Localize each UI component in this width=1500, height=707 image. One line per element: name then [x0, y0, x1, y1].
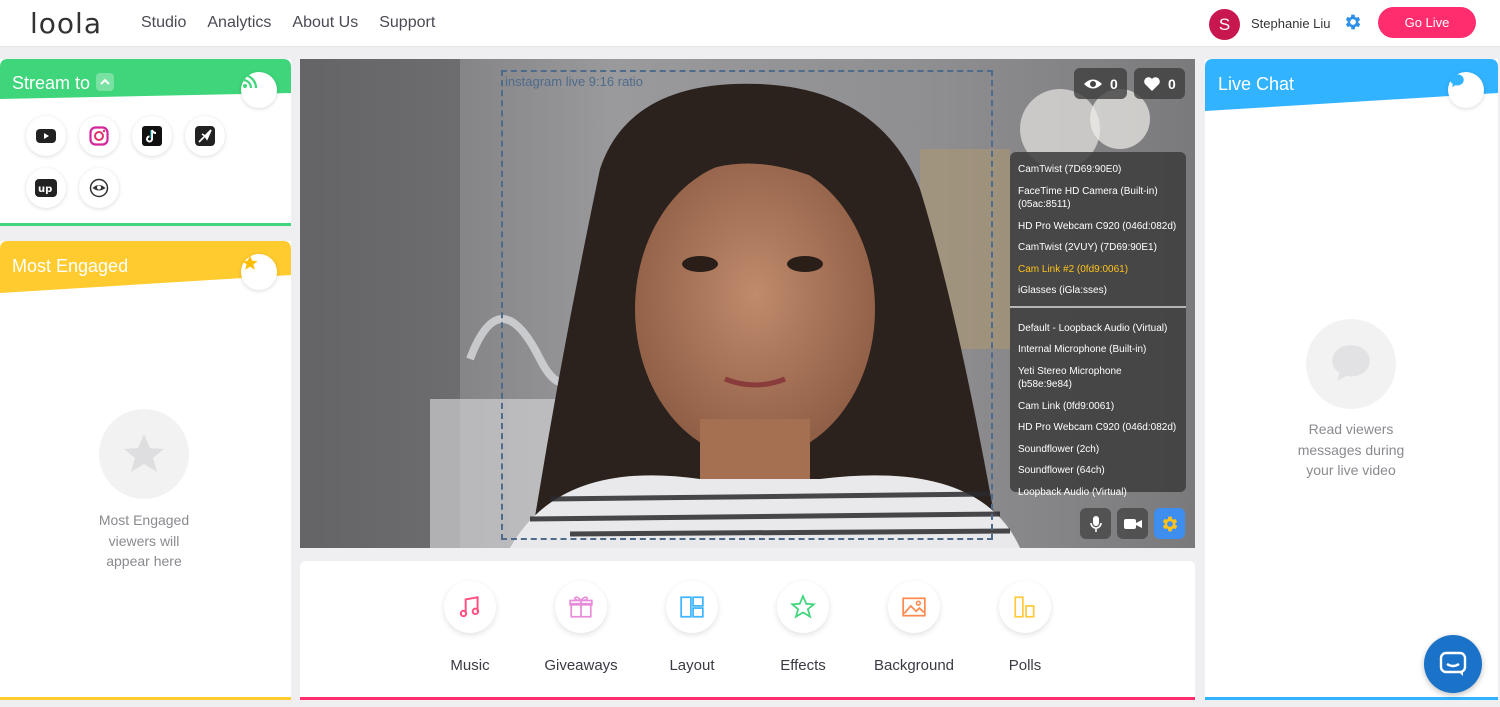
instagram-icon[interactable]	[79, 116, 119, 156]
go-live-button[interactable]: Go Live	[1378, 7, 1476, 38]
live-chat-empty-text: Read viewers messages during your live v…	[1297, 421, 1405, 478]
viewers-count: 0	[1110, 75, 1118, 92]
likes-badge: 0	[1134, 68, 1185, 99]
star-placeholder-icon	[99, 409, 189, 499]
audio-device-option[interactable]: Default - Loopback Audio (Virtual)	[1018, 322, 1178, 336]
microphone-button[interactable]	[1080, 508, 1111, 539]
periscope-icon[interactable]	[185, 116, 225, 156]
tool-background-label: Background	[873, 657, 955, 674]
stream-to-banner: Stream to	[0, 59, 291, 115]
tool-music[interactable]: Music	[420, 581, 520, 674]
tool-giveaways[interactable]: Giveaways	[531, 581, 631, 674]
svg-text:up: up	[38, 184, 52, 195]
audio-device-option[interactable]: Yeti Stereo Microphone (b58e:9e84)	[1018, 365, 1178, 392]
rss-icon	[241, 72, 277, 108]
audio-device-option[interactable]: Loopback Audio (Virtual)	[1018, 486, 1178, 500]
tool-effects-label: Effects	[780, 657, 826, 674]
support-chat-button[interactable]	[1424, 635, 1482, 693]
chevron-up-icon[interactable]	[96, 73, 115, 92]
live-chat-panel: Live Chat Read viewers messages during y…	[1205, 59, 1498, 700]
tool-layout[interactable]: Layout	[642, 581, 742, 674]
gear-icon[interactable]	[1343, 12, 1363, 32]
stream-to-panel: Stream to up	[0, 59, 291, 226]
eye-icon	[1084, 79, 1102, 88]
microphone-icon	[1089, 515, 1102, 532]
top-navbar: loola Studio Analytics About Us Support …	[0, 0, 1500, 47]
eye-icon[interactable]	[79, 168, 119, 208]
device-menu-divider	[1010, 305, 1186, 308]
likes-count: 0	[1168, 75, 1176, 92]
main-nav: Studio Analytics About Us Support	[141, 14, 435, 32]
video-device-option[interactable]: FaceTime HD Camera (Built-in) (05ac:8511…	[1018, 185, 1178, 212]
gear-icon	[1162, 516, 1177, 531]
platform-list: up	[26, 116, 256, 208]
tool-effects[interactable]: Effects	[753, 581, 853, 674]
poll-icon	[999, 581, 1051, 633]
video-device-option[interactable]: CamTwist (2VUY) (7D69:90E1)	[1018, 241, 1178, 255]
layout-icon	[666, 581, 718, 633]
audio-device-option[interactable]: Soundflower (2ch)	[1018, 443, 1178, 457]
heart-icon	[1144, 76, 1160, 91]
tiktok-icon[interactable]	[132, 116, 172, 156]
star-icon	[777, 581, 829, 633]
chat-bubble-icon	[1448, 72, 1484, 108]
avatar[interactable]: S	[1209, 9, 1240, 40]
video-device-option[interactable]: iGlasses (iGla:sses)	[1018, 284, 1178, 298]
live-chat-title: Live Chat	[1218, 74, 1295, 94]
gift-icon	[555, 581, 607, 633]
image-icon	[888, 581, 940, 633]
camera-icon	[1123, 518, 1142, 529]
music-icon	[444, 581, 496, 633]
device-menu: CamTwist (7D69:90E0) FaceTime HD Camera …	[1010, 152, 1186, 498]
audio-device-option[interactable]: Internal Microphone (Built-in)	[1018, 343, 1178, 357]
tool-polls-label: Polls	[1008, 657, 1042, 674]
video-preview: instagram live 9:16 ratio 0 0 CamTwist (…	[300, 59, 1195, 548]
audio-device-option[interactable]: Cam Link (0fd9:0061)	[1018, 400, 1178, 414]
video-device-option[interactable]: HD Pro Webcam C920 (046d:082d)	[1018, 220, 1178, 234]
stream-to-title-text: Stream to	[12, 73, 91, 93]
user-name[interactable]: Stephanie Liu	[1251, 16, 1331, 31]
most-engaged-panel: Most Engaged Most Engaged viewers will a…	[0, 241, 291, 700]
camera-button[interactable]	[1117, 508, 1148, 539]
logo-text: loola	[30, 7, 102, 40]
video-device-option-selected[interactable]: Cam Link #2 (0fd9:0061)	[1018, 263, 1178, 277]
most-engaged-title: Most Engaged	[12, 256, 129, 276]
tool-giveaways-label: Giveaways	[544, 657, 618, 674]
audio-device-option[interactable]: Soundflower (64ch)	[1018, 464, 1178, 478]
youtube-icon[interactable]	[26, 116, 66, 156]
star-icon	[241, 254, 277, 290]
tool-background[interactable]: Background	[864, 581, 964, 674]
ratio-label: instagram live 9:16 ratio	[505, 74, 644, 89]
loola-logo[interactable]: loola	[30, 7, 102, 40]
video-device-option[interactable]: CamTwist (7D69:90E0)	[1018, 163, 1178, 177]
message-icon	[1439, 651, 1467, 676]
nav-studio[interactable]: Studio	[141, 14, 186, 32]
chat-placeholder-icon	[1306, 319, 1396, 409]
tools-bar: Music Giveaways Layout Effects Backgroun…	[300, 561, 1195, 700]
settings-button[interactable]	[1154, 508, 1185, 539]
nav-about-us[interactable]: About Us	[292, 14, 358, 32]
nav-analytics[interactable]: Analytics	[207, 14, 271, 32]
tool-music-label: Music	[450, 657, 490, 674]
live-chat-banner: Live Chat	[1205, 59, 1498, 115]
tool-polls[interactable]: Polls	[975, 581, 1075, 674]
most-engaged-banner: Most Engaged	[0, 241, 291, 297]
stream-to-title[interactable]: Stream to	[12, 73, 115, 94]
upclose-icon[interactable]: up	[26, 168, 66, 208]
tool-layout-label: Layout	[669, 657, 715, 674]
viewers-badge: 0	[1074, 68, 1127, 99]
ratio-guide: instagram live 9:16 ratio	[501, 70, 993, 540]
most-engaged-empty-text: Most Engaged viewers will appear here	[98, 512, 190, 569]
nav-support[interactable]: Support	[379, 14, 435, 32]
audio-device-option[interactable]: HD Pro Webcam C920 (046d:082d)	[1018, 421, 1178, 435]
